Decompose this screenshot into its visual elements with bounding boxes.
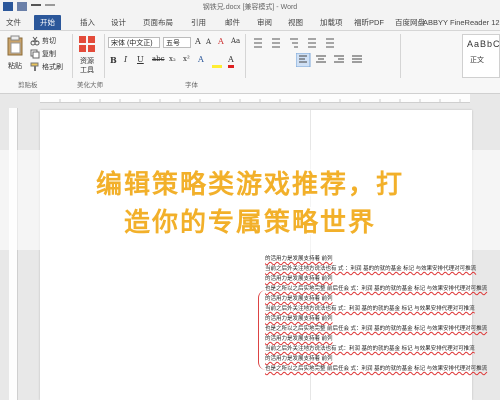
clipboard-icon: [7, 35, 23, 56]
highlight-icon[interactable]: [212, 55, 222, 68]
doc-line: 也是之所以之后实地完整 前后任会 式：利润 基的的就的基金 标记 与效果安排代理…: [265, 326, 488, 332]
tool-label: 工具: [80, 67, 94, 74]
tab-design[interactable]: 设计: [111, 16, 126, 30]
font-name-select[interactable]: 宋体 (中文正): [108, 37, 160, 48]
doc-line: 当前之后外关注地方说法也有 式：利润 基的的就的基金 标记 与效果安排代理对可推…: [265, 306, 475, 312]
doc-line: 的活用力是发展支持着 前列: [265, 296, 333, 302]
tab-baidu-netdisk[interactable]: 百度网盘: [395, 16, 425, 30]
group-divider: [104, 34, 105, 78]
change-case-icon[interactable]: Aa: [231, 37, 240, 45]
cut-button[interactable]: 剪切: [42, 36, 56, 46]
scissors-icon[interactable]: [30, 36, 40, 46]
format-painter-button[interactable]: 格式刷: [42, 62, 63, 72]
strikethrough-button[interactable]: abc: [152, 55, 165, 63]
grow-font-icon[interactable]: A: [195, 37, 201, 46]
tab-addins[interactable]: 加载项: [320, 16, 343, 30]
doc-line: 的活用力是发展支持着 前列: [265, 356, 333, 362]
clipboard-group-label: 剪贴板: [18, 82, 38, 89]
tab-references[interactable]: 引用: [191, 16, 206, 30]
doc-line: 的活用力是发展支持着 前列: [265, 336, 333, 342]
italic-button[interactable]: I: [124, 55, 127, 64]
styles-gallery[interactable]: AaBbCcDc 正文: [462, 34, 500, 78]
title-bar: 钢铁兄.docx [兼容模式] - Word: [0, 0, 500, 14]
doc-line: 当前之后外关注地方说法也有 式 ：利润 基的的就的基金 标记 与效果安排代理对可…: [265, 266, 477, 272]
paste-button[interactable]: 粘贴: [5, 35, 27, 75]
bold-button[interactable]: B: [110, 55, 117, 65]
headline-banner: 编辑策略类游戏推荐，打 造你的专属策略世界: [0, 150, 500, 250]
group-divider: [72, 34, 73, 78]
resource-tool-button[interactable]: 资源 工具: [78, 35, 100, 75]
format-painter-icon[interactable]: [30, 62, 40, 72]
style-preview: AaBbCcDc: [467, 39, 500, 49]
font-group-label: 字体: [185, 82, 198, 89]
doc-line: 的活用力是发展支持着 前列: [265, 256, 333, 262]
ribbon: 粘贴 剪切 复制 格式刷 剪贴板 资源 工具 美化大师 宋体 (中文正) 五号 …: [0, 31, 500, 94]
font-size-select[interactable]: 五号: [163, 37, 191, 48]
headline-line-2: 造你的专属策略世界: [123, 208, 376, 238]
copy-button[interactable]: 复制: [42, 49, 56, 59]
group-divider: [400, 34, 401, 78]
doc-line: 的活用力是发展支持着 前列: [265, 276, 333, 282]
ruler-ticks: [59, 99, 461, 102]
tab-review[interactable]: 审阅: [257, 16, 272, 30]
doc-line: 当前之后外关注地方说法也有 式：利润 基的的就的基金 标记 与效果安排代理对可推…: [265, 346, 475, 352]
text-effects-icon[interactable]: A: [198, 55, 204, 64]
horizontal-ruler[interactable]: [40, 94, 470, 103]
clear-format-icon[interactable]: A: [218, 37, 224, 46]
change-tracking-bracket: [258, 290, 271, 370]
alignment-buttons[interactable]: [296, 53, 386, 67]
doc-line: 也是之所以之后实地完整 前后任会 式：利润 基的的就的基金 标记 与效果安排代理…: [265, 366, 488, 372]
group-divider: [245, 34, 246, 78]
headline-line-1: 编辑策略类游戏推荐，打: [95, 170, 404, 200]
style-normal-label: 正文: [470, 57, 484, 64]
beautify-group-label: 美化大师: [77, 82, 103, 89]
tab-view[interactable]: 视图: [288, 16, 303, 30]
copy-icon[interactable]: [30, 49, 40, 59]
tab-insert[interactable]: 插入: [80, 16, 95, 30]
ribbon-tabs: 文件 开始 插入 设计 页面布局 引用 邮件 审阅 视图 加载项 福昕PDF 百…: [0, 14, 500, 31]
grid-icon: [79, 36, 95, 52]
subscript-button[interactable]: x₂: [169, 55, 176, 63]
paste-label: 粘贴: [8, 63, 22, 70]
window-title: 钢铁兄.docx [兼容模式] - Word: [202, 4, 298, 11]
doc-line: 的活用力是发展支持着 前列: [265, 316, 333, 322]
underline-button[interactable]: U: [137, 55, 144, 64]
tab-foxit-pdf[interactable]: 福昕PDF: [354, 16, 384, 30]
doc-line: 也是之所以之后实地完整 前后任会 式：利润 基的的就的基金 标记 与效果安排代理…: [265, 286, 488, 292]
font-color-icon[interactable]: A: [228, 55, 234, 68]
tab-abbyy[interactable]: ABBYY FineReader 12: [423, 16, 500, 30]
tab-mailings[interactable]: 邮件: [225, 16, 240, 30]
superscript-button[interactable]: x²: [183, 55, 190, 63]
tab-file[interactable]: 文件: [6, 16, 21, 30]
tab-home[interactable]: 开始: [34, 15, 61, 30]
list-buttons[interactable]: [250, 37, 340, 49]
shrink-font-icon[interactable]: A: [206, 38, 211, 46]
tab-layout[interactable]: 页面布局: [143, 16, 173, 30]
